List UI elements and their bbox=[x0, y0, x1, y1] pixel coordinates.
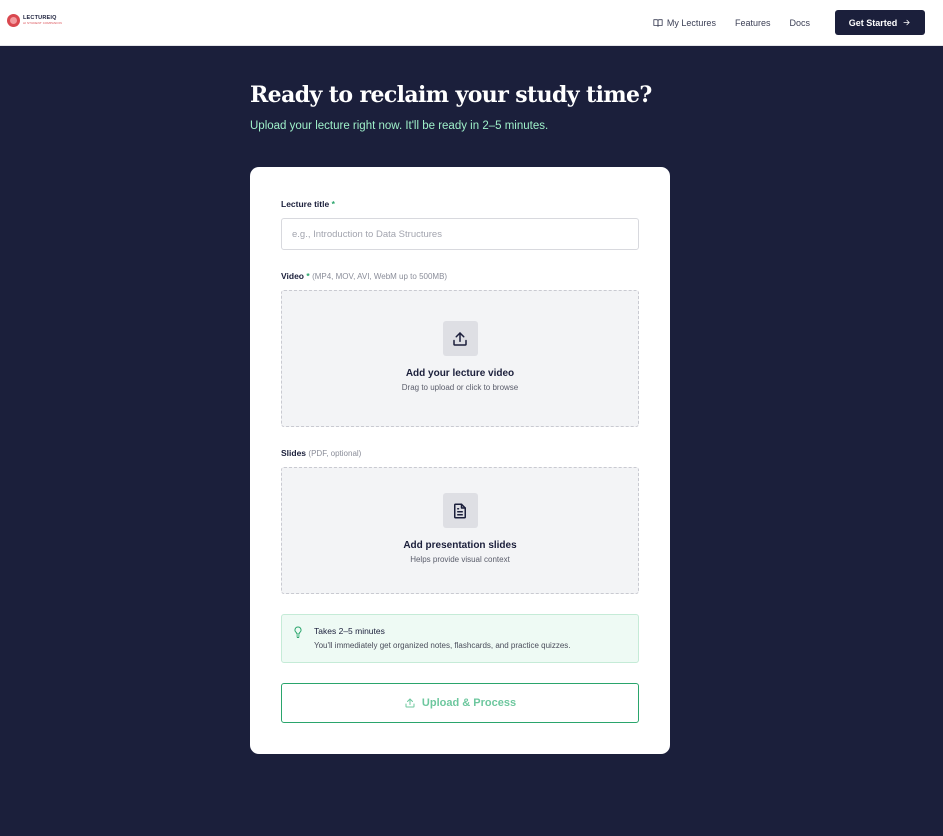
video-dropzone-subtitle: Drag to upload or click to browse bbox=[401, 383, 519, 392]
required-mark: * bbox=[306, 271, 310, 281]
nav-link-my-lectures[interactable]: My Lectures bbox=[653, 18, 716, 28]
book-icon bbox=[653, 19, 663, 27]
upload-process-label: Upload & Process bbox=[421, 697, 517, 709]
lecture-title-label: Lecture title * bbox=[281, 199, 335, 209]
lecture-title-label-text: Lecture title bbox=[281, 199, 330, 209]
top-navbar: LECTUREIQ AI STUDENT COMPANION My Lectur… bbox=[0, 0, 943, 46]
logo[interactable]: LECTUREIQ AI STUDENT COMPANION bbox=[7, 14, 62, 27]
slides-format-hint: (PDF, optional) bbox=[308, 449, 362, 458]
processing-time-notice: Takes 2–5 minutes You'll immediately get… bbox=[281, 614, 639, 663]
video-label-text: Video bbox=[281, 271, 304, 281]
video-format-hint: (MP4, MOV, AVI, WebM up to 500MB) bbox=[312, 272, 448, 281]
lightbulb-icon bbox=[294, 626, 302, 638]
upload-form-card: Lecture title * Video * (MP4, MOV, AVI, … bbox=[250, 167, 670, 754]
notice-title: Takes 2–5 minutes bbox=[314, 626, 385, 636]
nav-links: My Lectures Features Docs bbox=[653, 0, 810, 46]
slides-dropzone-subtitle: Helps provide visual context bbox=[410, 555, 510, 564]
required-mark: * bbox=[331, 199, 335, 209]
logo-tagline: AI STUDENT COMPANION bbox=[23, 21, 62, 26]
slides-label-text: Slides bbox=[281, 448, 307, 458]
logo-mark-icon bbox=[7, 14, 20, 27]
page-title: Ready to reclaim your study time? bbox=[250, 82, 652, 108]
upload-icon bbox=[405, 698, 415, 708]
nav-link-docs[interactable]: Docs bbox=[789, 18, 810, 28]
video-dropzone[interactable]: Add your lecture video Drag to upload or… bbox=[281, 290, 639, 427]
arrow-right-icon bbox=[903, 19, 910, 26]
logo-text: LECTUREIQ AI STUDENT COMPANION bbox=[23, 15, 62, 26]
nav-link-features[interactable]: Features bbox=[735, 18, 771, 28]
video-label: Video * (MP4, MOV, AVI, WebM up to 500MB… bbox=[281, 271, 447, 281]
upload-process-button[interactable]: Upload & Process bbox=[281, 683, 639, 723]
get-started-button[interactable]: Get Started bbox=[835, 10, 925, 35]
slides-dropzone-title: Add presentation slides bbox=[403, 540, 517, 551]
notice-text: You'll immediately get organized notes, … bbox=[314, 641, 571, 650]
upload-icon bbox=[453, 331, 467, 346]
get-started-label: Get Started bbox=[848, 17, 898, 28]
lecture-title-input[interactable] bbox=[281, 218, 639, 250]
slides-dropzone[interactable]: Add presentation slides Helps provide vi… bbox=[281, 467, 639, 594]
nav-link-label: Features bbox=[734, 18, 771, 28]
nav-link-label: Docs bbox=[789, 18, 810, 28]
document-icon bbox=[454, 503, 466, 518]
video-dropzone-title: Add your lecture video bbox=[405, 368, 515, 379]
video-upload-icon-box bbox=[442, 321, 478, 356]
slides-label: Slides (PDF, optional) bbox=[281, 448, 361, 458]
page-subtitle: Upload your lecture right now. It'll be … bbox=[250, 120, 549, 132]
nav-link-label: My Lectures bbox=[666, 18, 716, 28]
slides-icon-box bbox=[442, 493, 478, 528]
